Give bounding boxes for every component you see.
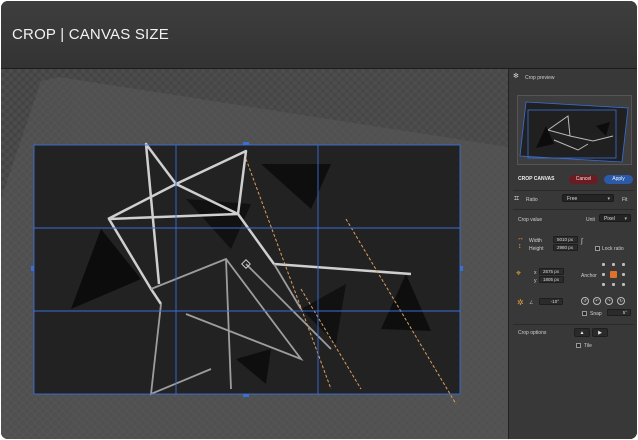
- crop-options-label: Crop options: [518, 330, 547, 336]
- flip-horizontal-button[interactable]: ▶: [592, 328, 608, 337]
- anchor-label: Anchor: [581, 273, 597, 279]
- resize-vertical-icon: ↕: [518, 243, 522, 250]
- angle-icon: ∠: [529, 300, 534, 306]
- crop-handle-left: [31, 266, 34, 271]
- cancel-button[interactable]: Cancel: [569, 175, 598, 184]
- y-field[interactable]: 1805 px: [539, 276, 564, 283]
- chevron-down-icon: ▾: [607, 196, 610, 202]
- x-field[interactable]: 2575 px: [539, 268, 564, 275]
- crop-handle-right: [460, 266, 463, 271]
- ratio-label: Ratio: [526, 197, 538, 203]
- lock-ratio-label: Lock ratio: [602, 246, 624, 252]
- crop-value-label: Crop value: [518, 217, 543, 223]
- link-icon[interactable]: ∫: [581, 238, 583, 245]
- rotate-90-left-icon[interactable]: ↶: [593, 297, 601, 305]
- unit-select[interactable]: Pixel ▾: [599, 214, 631, 222]
- app-window: CROP | CANVAS SIZE ✻ Crop preview CROP C…: [1, 1, 637, 439]
- anchor-grid[interactable]: [601, 262, 627, 288]
- gear-icon: ✻: [513, 73, 519, 80]
- rotate-90-right-icon[interactable]: ↷: [605, 297, 613, 305]
- title-bar: CROP | CANVAS SIZE: [1, 1, 637, 69]
- width-label: Width: [529, 238, 542, 244]
- crop-panel: ✻ Crop preview CROP CANVAS Cancel Apply …: [508, 69, 637, 439]
- height-field[interactable]: 2980 px: [553, 244, 578, 251]
- crop-preview-label: Crop preview: [525, 75, 555, 81]
- y-label: y: [534, 278, 537, 284]
- height-label: Height: [529, 246, 544, 252]
- unit-label: Unit: [586, 217, 595, 223]
- chevron-down-icon: ▾: [624, 216, 627, 222]
- page-title: CROP | CANVAS SIZE: [12, 26, 169, 43]
- apply-button[interactable]: Apply: [604, 175, 633, 184]
- crop-canvas-label: CROP CANVAS: [518, 176, 555, 182]
- crop-handle-top: [243, 142, 249, 145]
- rotated-image[interactable]: [1, 69, 508, 439]
- ratio-select[interactable]: Free ▾: [562, 194, 614, 202]
- crop-handle-bottom: [243, 394, 249, 397]
- snap-field[interactable]: 5°: [607, 309, 631, 316]
- anchor-center[interactable]: [610, 271, 617, 278]
- snap-label: Snap: [590, 311, 602, 317]
- target-icon: ⌖: [516, 268, 522, 278]
- lock-ratio-checkbox[interactable]: [595, 246, 600, 251]
- rotate-left-icon[interactable]: ↺: [581, 297, 589, 305]
- crop-preview-thumbnail: [517, 95, 632, 165]
- flip-vertical-button[interactable]: ▲: [574, 328, 590, 337]
- canvas-area[interactable]: [1, 69, 508, 439]
- tile-checkbox[interactable]: [576, 343, 581, 348]
- resize-icon: ↔: [517, 235, 524, 242]
- angle-field[interactable]: -10°: [539, 298, 563, 305]
- tile-label: Tile: [584, 343, 592, 349]
- crop-icon: ⌗: [514, 193, 520, 203]
- rotate-right-icon[interactable]: ↻: [617, 297, 625, 305]
- x-label: x: [534, 270, 537, 276]
- width-field[interactable]: 5010 px: [553, 236, 578, 243]
- rotate-icon: ✲: [517, 298, 524, 307]
- snap-checkbox[interactable]: [582, 311, 587, 316]
- fit-button[interactable]: Fit: [622, 197, 628, 203]
